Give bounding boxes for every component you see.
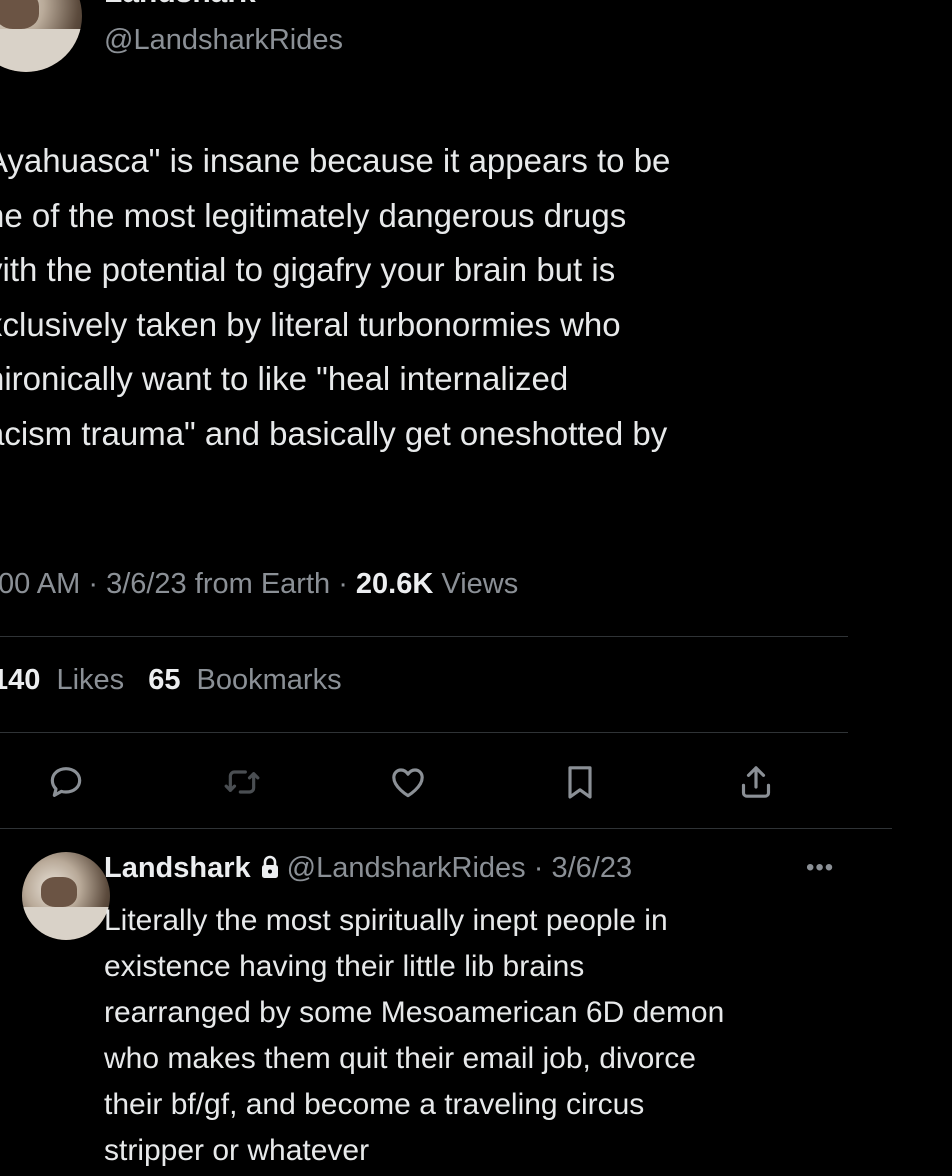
author-handle[interactable]: @LandsharkRides (104, 24, 343, 57)
more-options-icon[interactable]: ••• (806, 854, 834, 882)
reply-author-name[interactable]: Landshark (104, 852, 251, 884)
retweet-icon (224, 770, 260, 794)
likes-label: Likes (56, 664, 125, 696)
reply-date[interactable]: 3/6/23 (551, 852, 632, 884)
like-button[interactable] (388, 762, 428, 802)
tweet-line: t (0, 461, 866, 516)
views-count: 20.6K (355, 568, 434, 600)
share-button[interactable] (736, 762, 776, 802)
bookmarks-stat[interactable]: 65 Bookmarks (148, 664, 349, 696)
divider (0, 636, 848, 637)
reply-line: existence having their little lib brains (104, 950, 585, 983)
reply-header: Landshark @LandsharkRides · 3/6/23 (104, 852, 632, 888)
divider (0, 828, 892, 829)
bookmarks-count: 65 (148, 664, 181, 696)
reply-button[interactable] (46, 762, 86, 802)
tweet-line: acism trauma" and basically get oneshott… (0, 414, 668, 452)
tweet-text: Ayahuasca" is insane because it appears … (0, 134, 866, 516)
tweet-line: vith the potential to gigafry your brain… (0, 251, 616, 288)
tweet-stats: 140 Likes 65 Bookmarks (0, 664, 358, 697)
bookmark-button[interactable] (560, 762, 600, 802)
reply-line: who makes them quit their email job, div… (104, 1042, 696, 1075)
tweet-source: from Earth (194, 568, 331, 600)
tweet-time[interactable]: :00 AM (0, 568, 80, 600)
bookmarks-label: Bookmarks (196, 664, 342, 696)
reply-line: Literally the most spiritually inept peo… (104, 904, 668, 937)
share-icon (741, 766, 771, 798)
reply-avatar[interactable] (22, 852, 110, 940)
likes-stat[interactable]: 140 Likes (0, 664, 132, 696)
tweet-line: Ayahuasca" is insane because it appears … (0, 142, 671, 179)
reply-text: Literally the most spiritually inept peo… (104, 898, 904, 1174)
author-name[interactable]: Landshark (104, 0, 256, 10)
reply-line: rearranged by some Mesoamerican 6D demon (104, 996, 725, 1029)
reply-line: their bf/gf, and become a traveling circ… (104, 1088, 645, 1121)
views-label: Views (441, 568, 519, 600)
tweet-meta: :00 AM · 3/6/23 from Earth · 20.6K Views (0, 568, 518, 601)
author-avatar[interactable] (0, 0, 82, 72)
reply-handle[interactable]: @LandsharkRides (287, 852, 526, 884)
tweet-line: xclusively taken by literal turbonormies… (0, 305, 621, 343)
lock-icon (259, 854, 281, 888)
reply-line: stripper or whatever (104, 1134, 370, 1167)
likes-count: 140 (0, 664, 41, 696)
tweet-date[interactable]: 3/6/23 (106, 568, 187, 600)
retweet-button[interactable] (222, 762, 262, 802)
divider (0, 732, 848, 733)
like-icon (392, 768, 424, 798)
bookmark-icon (568, 766, 592, 799)
tweet-line: ne of the most legitimately dangerous dr… (0, 196, 627, 234)
reply-icon (50, 767, 82, 797)
tweet-line: nironically want to like "heal internali… (0, 360, 569, 397)
